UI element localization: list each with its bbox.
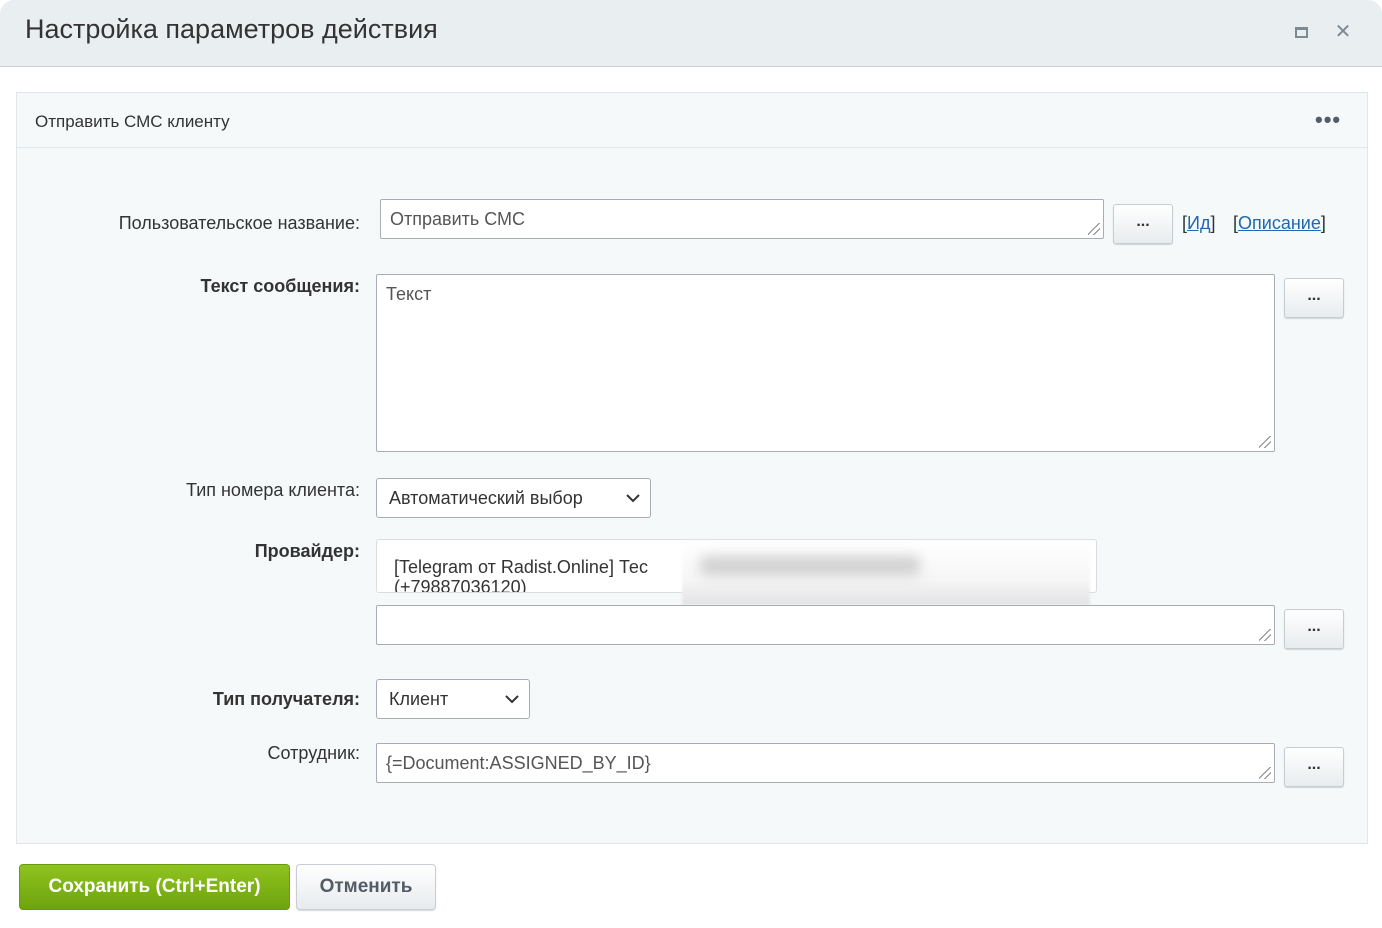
employee-input[interactable]: {=Document:ASSIGNED_BY_ID}: [376, 743, 1275, 783]
maximize-icon[interactable]: [1289, 20, 1313, 44]
recipient-type-value: Клиент: [389, 689, 449, 709]
save-button[interactable]: Сохранить (Ctrl+Enter): [19, 864, 290, 910]
provider-label: Провайдер:: [254, 541, 360, 561]
panel-header: Отправить СМС клиенту •••: [17, 93, 1367, 148]
provider-picker-button[interactable]: ...: [1284, 609, 1344, 649]
description-link-group: [Описание]: [1233, 213, 1326, 234]
resize-grip-icon[interactable]: [1259, 436, 1271, 448]
cancel-button[interactable]: Отменить: [296, 864, 436, 910]
resize-grip-icon[interactable]: [1088, 223, 1100, 235]
chevron-down-icon: [626, 494, 640, 503]
chevron-down-icon: [505, 695, 519, 704]
client-number-type-select[interactable]: Автоматический выбор: [376, 478, 651, 518]
custom-name-input[interactable]: Отправить СМС: [380, 199, 1104, 239]
message-text-label: Текст сообщения:: [200, 276, 360, 296]
custom-name-value: Отправить СМС: [390, 209, 526, 229]
action-settings-dialog: Настройка параметров действия ✕ Отправит…: [0, 0, 1382, 928]
bracket-close: ]: [1320, 213, 1326, 233]
provider-extra-input[interactable]: [376, 605, 1275, 645]
description-link[interactable]: Описание: [1238, 213, 1321, 233]
more-menu-icon[interactable]: •••: [1315, 107, 1341, 133]
employee-label: Сотрудник:: [267, 743, 360, 763]
custom-name-picker-button[interactable]: ...: [1113, 204, 1173, 244]
message-text-area[interactable]: Текст: [376, 274, 1275, 452]
custom-name-label: Пользовательское название:: [118, 213, 360, 233]
client-number-type-label: Тип номера клиента:: [185, 480, 360, 500]
dialog-titlebar: Настройка параметров действия ✕: [0, 0, 1382, 67]
message-text-value: Текст: [386, 284, 432, 304]
id-link-group: [Ид]: [1182, 213, 1215, 234]
bracket-close: ]: [1210, 213, 1216, 233]
panel-title: Отправить СМС клиенту: [35, 112, 230, 131]
redaction-blur-text: [700, 556, 920, 576]
message-text-picker-button[interactable]: ...: [1284, 278, 1344, 318]
recipient-type-select[interactable]: Клиент: [376, 679, 530, 719]
recipient-type-label: Тип получателя:: [212, 689, 360, 709]
close-icon[interactable]: ✕: [1331, 20, 1355, 44]
resize-grip-icon[interactable]: [1259, 767, 1271, 779]
resize-grip-icon[interactable]: [1259, 629, 1271, 641]
dialog-title: Настройка параметров действия: [25, 14, 438, 44]
id-link[interactable]: Ид: [1187, 213, 1210, 233]
client-number-type-value: Автоматический выбор: [389, 488, 583, 508]
employee-picker-button[interactable]: ...: [1284, 747, 1344, 787]
employee-value: {=Document:ASSIGNED_BY_ID}: [386, 753, 651, 773]
